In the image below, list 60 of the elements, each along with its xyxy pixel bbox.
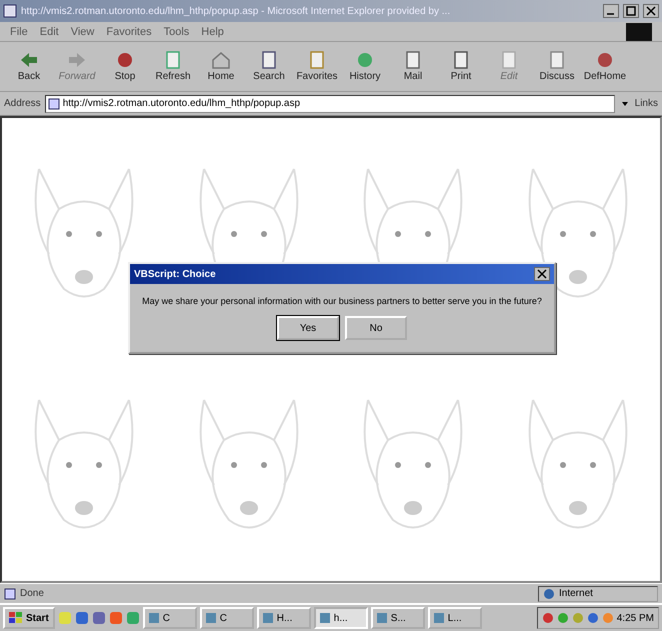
menu-item[interactable]: View <box>70 26 94 38</box>
status-text: Done <box>20 588 45 599</box>
toolbar-button[interactable]: Mail <box>390 44 436 90</box>
window-title: http://vmis2.rotman.utoronto.edu/lhm_hthp/popup.asp - Microsoft Internet Explorer provided by ... <box>21 6 452 16</box>
menu-item[interactable]: File <box>10 26 28 38</box>
dialog-message: May we share your personal information with our business partners to better serve you in the future? <box>142 296 542 306</box>
toolbar-button[interactable]: Print <box>438 44 484 90</box>
dialog-title: VBScript: Choice <box>134 268 217 280</box>
taskbar-button[interactable]: S... <box>370 607 425 629</box>
page-icon <box>4 588 16 600</box>
maximize-button[interactable] <box>623 4 639 18</box>
quick-launch-icon[interactable] <box>74 611 89 625</box>
windows-logo-icon <box>9 612 23 624</box>
house-icon <box>211 51 231 69</box>
app-icon <box>432 612 445 624</box>
toolbar-button[interactable]: Refresh <box>150 44 196 90</box>
app-icon <box>148 612 160 624</box>
toolbar-button[interactable]: History <box>342 44 388 90</box>
menu-item[interactable]: Help <box>201 26 224 38</box>
browser-logo <box>626 22 652 40</box>
clock: 4:25 PM <box>616 612 654 624</box>
minimize-button[interactable] <box>603 4 619 18</box>
close-button[interactable] <box>643 4 659 18</box>
menu-item[interactable]: Tools <box>164 26 190 38</box>
dialog-button[interactable]: No <box>345 316 407 340</box>
app-icon <box>376 612 388 624</box>
dialog-button[interactable]: Yes <box>277 316 339 340</box>
back-arrow-icon <box>19 51 39 69</box>
quick-launch-icon[interactable] <box>126 611 140 625</box>
toolbar-button[interactable]: Back <box>6 44 52 90</box>
tray-icon[interactable] <box>556 612 569 624</box>
zone-indicator: Internet <box>538 586 658 602</box>
page-icon <box>48 98 60 110</box>
quick-launch-icon[interactable] <box>108 611 123 625</box>
menu-item[interactable]: Edit <box>40 26 59 38</box>
tray-icon[interactable] <box>586 612 599 624</box>
taskbar-button[interactable]: H... <box>256 607 311 629</box>
start-button[interactable]: Start <box>3 607 55 629</box>
toolbar-button[interactable]: Discuss <box>534 44 580 90</box>
toolbar-button[interactable]: Stop <box>102 44 148 90</box>
toolbar-button[interactable]: Favorites <box>294 44 340 90</box>
app-icon <box>204 612 217 624</box>
app-icon <box>318 612 331 624</box>
tray-icon[interactable] <box>542 612 554 624</box>
forward-arrow-icon <box>67 51 87 69</box>
taskbar-button[interactable]: C <box>200 607 254 629</box>
quick-launch-icon[interactable] <box>92 611 106 625</box>
links-button[interactable]: Links <box>634 98 658 109</box>
address-field[interactable]: http://vmis2.rotman.utoronto.edu/lhm_hthp/popup.asp <box>44 94 615 112</box>
toolbar-button[interactable]: Home <box>198 44 244 90</box>
toolbar-button[interactable]: DefHome <box>582 44 628 90</box>
app-icon <box>262 612 274 624</box>
taskbar-button[interactable]: L... <box>428 607 482 629</box>
toolbar-button[interactable]: Search <box>246 44 292 90</box>
menu-item[interactable]: Favorites <box>106 26 152 38</box>
page-icon <box>3 4 17 18</box>
taskbar-button[interactable]: C <box>142 607 197 629</box>
taskbar-button[interactable]: h... <box>314 607 368 629</box>
address-label: Address <box>4 98 41 109</box>
close-button[interactable] <box>534 267 550 281</box>
